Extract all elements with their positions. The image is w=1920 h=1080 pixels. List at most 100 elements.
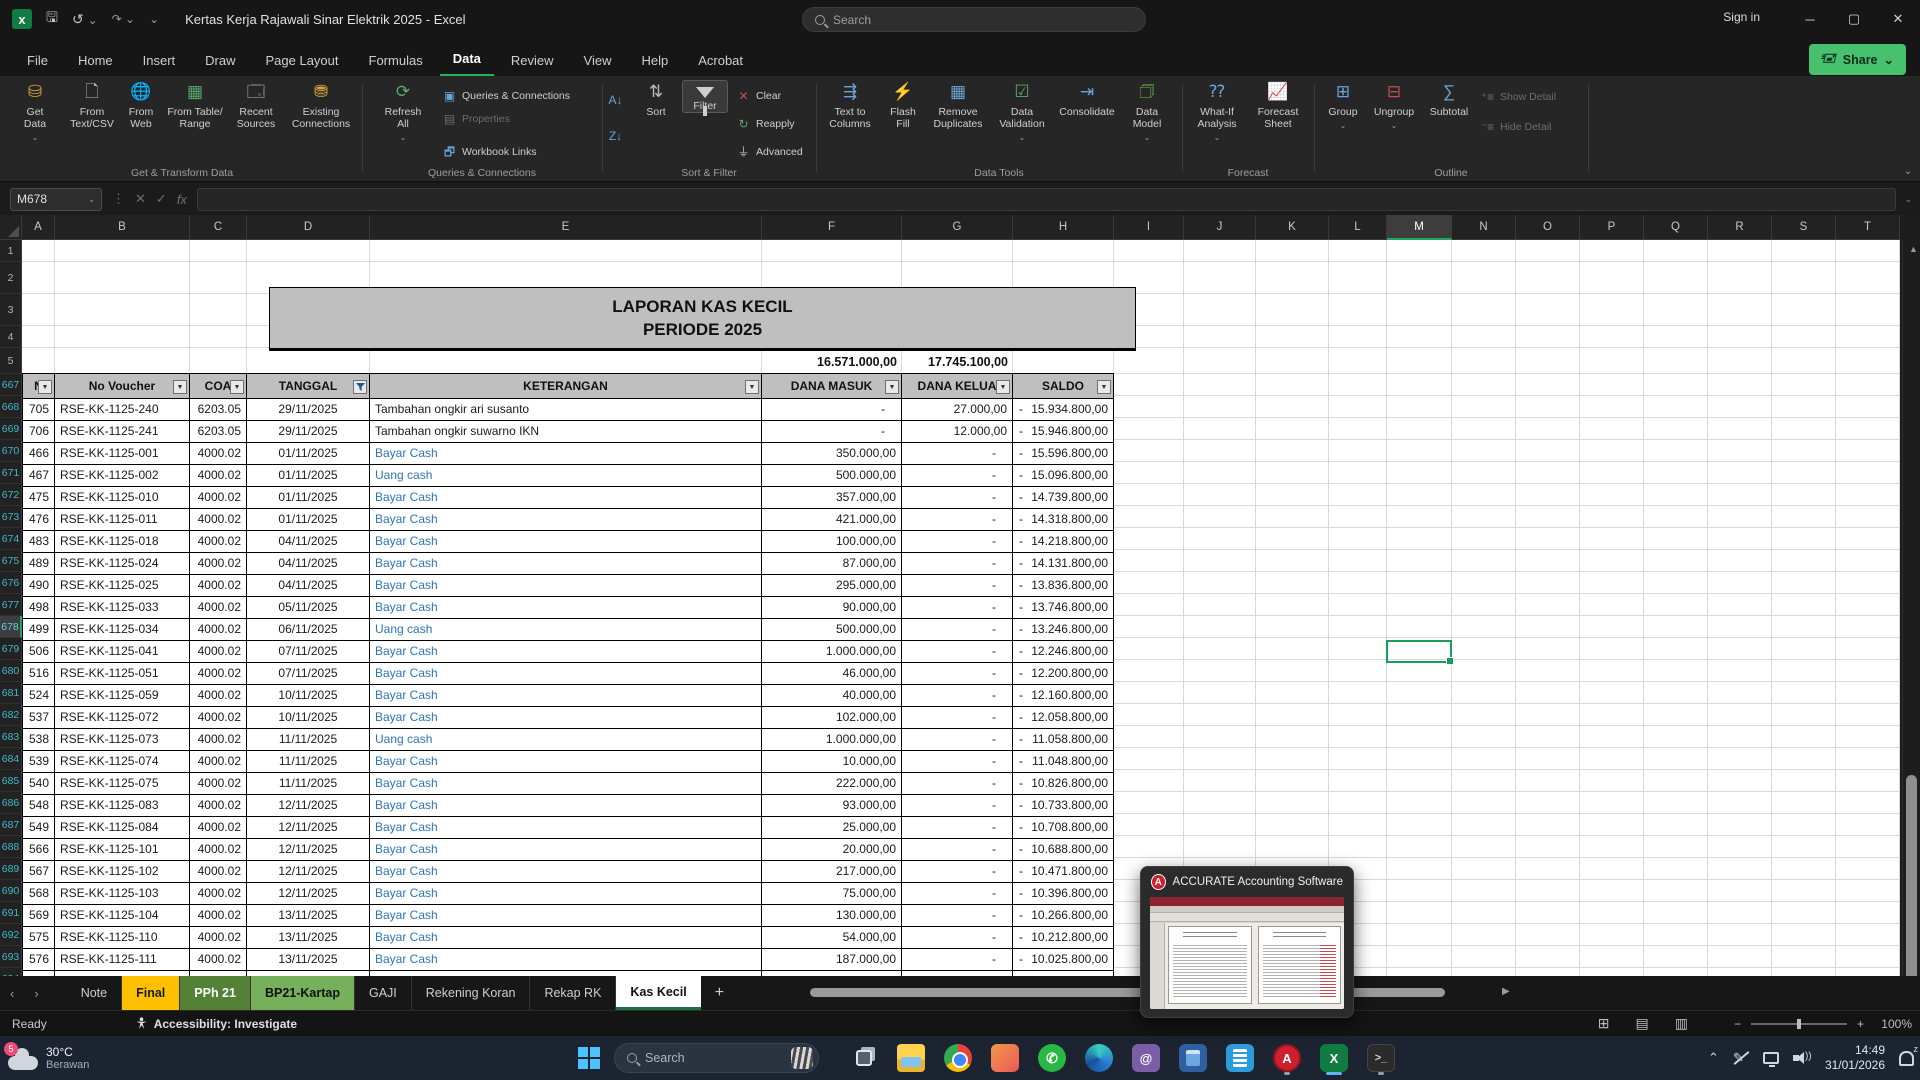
- cell[interactable]: 27.000,00: [902, 399, 1013, 421]
- scroll-right-icon[interactable]: ▶: [1502, 986, 1510, 997]
- name-box[interactable]: M678⌄: [10, 188, 102, 211]
- cell[interactable]: 4000.02: [190, 817, 247, 839]
- filter-dropdown-icon[interactable]: ▼: [173, 380, 187, 394]
- row-header-691[interactable]: 691: [0, 902, 22, 924]
- column-header-J[interactable]: J: [1184, 215, 1256, 240]
- sheet-tab-pph-21[interactable]: PPh 21: [180, 976, 251, 1010]
- cell[interactable]: -15.596.800,00: [1013, 443, 1114, 465]
- cell[interactable]: 539: [22, 751, 55, 773]
- cell[interactable]: -: [902, 487, 1013, 509]
- filter-applied-icon[interactable]: [353, 380, 367, 394]
- cell[interactable]: -: [902, 817, 1013, 839]
- cell[interactable]: 500.000,00: [762, 465, 902, 487]
- cell[interactable]: 357.000,00: [762, 487, 902, 509]
- column-header-N[interactable]: N: [1452, 215, 1516, 240]
- cell[interactable]: RSE-KK-1125-059: [55, 685, 190, 707]
- cell[interactable]: 93.000,00: [762, 795, 902, 817]
- mail-app-icon[interactable]: @: [1127, 1040, 1165, 1076]
- column-header-O[interactable]: O: [1516, 215, 1580, 240]
- ribbon-tab-help[interactable]: Help: [628, 45, 681, 76]
- column-header-I[interactable]: I: [1114, 215, 1184, 240]
- cell[interactable]: -13.246.800,00: [1013, 619, 1114, 641]
- row-header-687[interactable]: 687: [0, 814, 22, 836]
- cell[interactable]: Bayar Cash: [370, 487, 762, 509]
- cell[interactable]: Bayar Cash: [370, 685, 762, 707]
- cell[interactable]: 466: [22, 443, 55, 465]
- row-header-683[interactable]: 683: [0, 726, 22, 748]
- excel-icon[interactable]: X: [1315, 1040, 1353, 1076]
- recent-sources-button[interactable]: 🗔RecentSources: [230, 80, 282, 130]
- cell[interactable]: RSE-KK-1125-002: [55, 465, 190, 487]
- cell[interactable]: 4000.02: [190, 751, 247, 773]
- cell[interactable]: RSE-KK-1125-034: [55, 619, 190, 641]
- close-button[interactable]: ✕: [1876, 0, 1920, 38]
- cell[interactable]: Bayar Cash: [370, 817, 762, 839]
- cell[interactable]: Bayar Cash: [370, 575, 762, 597]
- cell[interactable]: -12.246.800,00: [1013, 641, 1114, 663]
- filter-dropdown-icon[interactable]: ▼: [38, 380, 52, 394]
- cell[interactable]: Uang cash: [370, 729, 762, 751]
- cell[interactable]: -: [902, 729, 1013, 751]
- cell[interactable]: RSE-KK-1125-074: [55, 751, 190, 773]
- cell[interactable]: -13.746.800,00: [1013, 597, 1114, 619]
- data-validation-button[interactable]: ☑DataValidation⌄: [992, 80, 1052, 144]
- cell[interactable]: RSE-KK-1125-075: [55, 773, 190, 795]
- photos-icon[interactable]: [986, 1040, 1024, 1076]
- accessibility-status[interactable]: Accessibility: Investigate: [135, 1017, 297, 1031]
- column-header-S[interactable]: S: [1772, 215, 1836, 240]
- cell[interactable]: 4000.02: [190, 795, 247, 817]
- cell[interactable]: 01/11/2025: [247, 487, 370, 509]
- pen-disabled-icon[interactable]: [1733, 1050, 1749, 1066]
- row-header-669[interactable]: 669: [0, 418, 22, 440]
- sort-button[interactable]: ⇅Sort: [634, 80, 678, 118]
- cell[interactable]: -: [902, 641, 1013, 663]
- row-header-677[interactable]: 677: [0, 594, 22, 616]
- filter-dropdown-icon[interactable]: ▼: [996, 380, 1010, 394]
- cell[interactable]: 4000.02: [190, 509, 247, 531]
- cell[interactable]: 295.000,00: [762, 575, 902, 597]
- sheet-tab-bp21-kartap[interactable]: BP21-Kartap: [251, 976, 355, 1010]
- cell[interactable]: -: [902, 685, 1013, 707]
- cell[interactable]: 499: [22, 619, 55, 641]
- cell[interactable]: Bayar Cash: [370, 597, 762, 619]
- from-web-button[interactable]: 🌐FromWeb: [120, 80, 162, 130]
- cell[interactable]: 130.000,00: [762, 905, 902, 927]
- cell[interactable]: 87.000,00: [762, 553, 902, 575]
- cell[interactable]: RSE-KK-1125-240: [55, 399, 190, 421]
- workbook-links-button[interactable]: 🗗Workbook Links: [442, 140, 537, 164]
- cell[interactable]: 549: [22, 817, 55, 839]
- cell[interactable]: 102.000,00: [762, 707, 902, 729]
- cell[interactable]: RSE-KK-1125-033: [55, 597, 190, 619]
- cell[interactable]: -14.131.800,00: [1013, 553, 1114, 575]
- accurate-window-thumbnail[interactable]: [1150, 897, 1344, 1009]
- cell[interactable]: -13.836.800,00: [1013, 575, 1114, 597]
- ungroup-button[interactable]: ⊟Ungroup⌄: [1368, 80, 1420, 132]
- cell[interactable]: -10.025.800,00: [1013, 949, 1114, 971]
- cell[interactable]: Bayar Cash: [370, 553, 762, 575]
- next-sheet-icon[interactable]: ›: [24, 986, 48, 1001]
- cell[interactable]: 10/11/2025: [247, 685, 370, 707]
- cell[interactable]: Bayar Cash: [370, 927, 762, 949]
- cell[interactable]: 05/11/2025: [247, 597, 370, 619]
- column-header-T[interactable]: T: [1836, 215, 1900, 240]
- cell[interactable]: 705: [22, 399, 55, 421]
- scroll-up-icon[interactable]: ▲: [1909, 244, 1918, 254]
- zoom-level[interactable]: 100%: [1874, 1017, 1912, 1031]
- cancel-formula-icon[interactable]: ✕: [135, 191, 146, 207]
- table-header-N[interactable]: N▼: [22, 373, 55, 399]
- subtotal-button[interactable]: ∑Subtotal: [1424, 80, 1474, 118]
- row-header-674[interactable]: 674: [0, 528, 22, 550]
- cell[interactable]: 4000.02: [190, 597, 247, 619]
- cell[interactable]: -15.096.800,00: [1013, 465, 1114, 487]
- cell[interactable]: 4000.02: [190, 927, 247, 949]
- cell[interactable]: 506: [22, 641, 55, 663]
- column-header-L[interactable]: L: [1329, 215, 1387, 240]
- cell[interactable]: 10.000,00: [762, 751, 902, 773]
- cell[interactable]: 4000.02: [190, 619, 247, 641]
- row-header-685[interactable]: 685: [0, 770, 22, 792]
- taskbar-search[interactable]: Search: [614, 1043, 819, 1073]
- cell[interactable]: 90.000,00: [762, 597, 902, 619]
- filter-button[interactable]: Filter: [682, 80, 728, 113]
- cell[interactable]: -11.048.800,00: [1013, 751, 1114, 773]
- weather-widget[interactable]: 5 30°C Berawan: [8, 1045, 89, 1072]
